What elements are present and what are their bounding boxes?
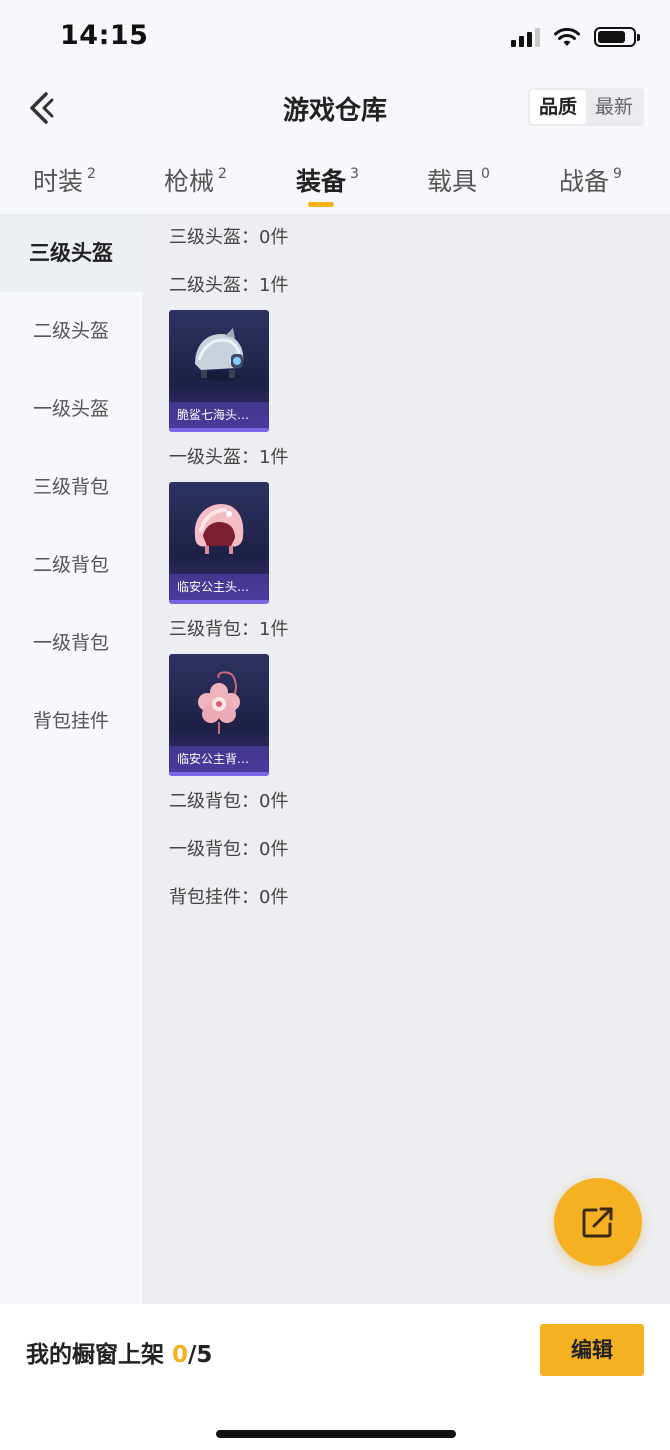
- section-level3-helmet: 三级头盔：0件: [142, 214, 670, 262]
- item-list: 三级头盔：0件 二级头盔：1件 脆鲨七海头… 一级头盔：1件 临安公主头… 三级…: [142, 214, 670, 1304]
- status-time: 14:15: [60, 20, 149, 51]
- sidebar: 三级头盔 二级头盔 一级头盔 三级背包 二级背包 一级背包 背包挂件: [0, 214, 142, 1304]
- sidebar-item-level3-backpack[interactable]: 三级背包: [0, 448, 142, 526]
- tab-count: 2: [87, 166, 96, 182]
- edit-button[interactable]: 编辑: [540, 1324, 644, 1376]
- tab-label: 枪械: [164, 167, 215, 196]
- pink-helmet-icon: [194, 504, 244, 554]
- blossom-backpack-icon: [198, 671, 240, 734]
- tab-label: 时装: [33, 167, 84, 196]
- showcase-count-current: 0: [172, 1342, 189, 1368]
- home-indicator: [216, 1430, 456, 1438]
- tab-fashion[interactable]: 时装 2: [33, 162, 96, 198]
- tab-label: 装备: [296, 167, 347, 196]
- sidebar-item-backpack-charm[interactable]: 背包挂件: [0, 682, 142, 760]
- header: 游戏仓库 品质 最新: [0, 72, 670, 144]
- sidebar-item-level3-helmet[interactable]: 三级头盔: [0, 214, 142, 292]
- cellular-signal-icon: [511, 27, 540, 47]
- sort-option-newest[interactable]: 最新: [586, 90, 642, 124]
- sidebar-item-level1-backpack[interactable]: 一级背包: [0, 604, 142, 682]
- section-level1-helmet: 一级头盔：1件 临安公主头…: [142, 434, 670, 604]
- bottom-bar: 我的橱窗上架 0/5 编辑: [0, 1304, 670, 1450]
- tab-active-indicator: [308, 202, 334, 207]
- sort-toggle: 品质 最新: [527, 88, 644, 126]
- section-label: 二级头盔：1件: [169, 275, 289, 296]
- section-level2-backpack: 二级背包：0件: [142, 778, 670, 826]
- category-tabs: 时装 2 枪械 2 装备 3 载具 0 战备 9: [0, 144, 670, 214]
- section-label: 一级背包：0件: [169, 839, 289, 860]
- tab-count: 0: [481, 166, 490, 182]
- sidebar-item-level2-backpack[interactable]: 二级背包: [0, 526, 142, 604]
- tab-supplies[interactable]: 战备 9: [559, 162, 622, 198]
- share-button[interactable]: [554, 1178, 642, 1266]
- section-label: 三级头盔：0件: [169, 227, 289, 248]
- tab-label: 战备: [559, 167, 610, 196]
- shark-helmet-icon: [195, 328, 244, 381]
- section-level1-backpack: 一级背包：0件: [142, 826, 670, 874]
- showcase-label: 我的橱窗上架: [26, 1342, 164, 1368]
- item-name: 临安公主背…: [169, 746, 269, 772]
- showcase-status: 我的橱窗上架 0/5: [26, 1335, 212, 1369]
- sidebar-item-level2-helmet[interactable]: 二级头盔: [0, 292, 142, 370]
- section-level3-backpack: 三级背包：1件 临安公主背…: [142, 606, 670, 776]
- item-name: 脆鲨七海头…: [169, 402, 269, 428]
- tab-label: 载具: [427, 167, 478, 196]
- item-name: 临安公主头…: [169, 574, 269, 600]
- tab-count: 9: [613, 166, 622, 182]
- battery-icon: [594, 27, 640, 47]
- status-bar: 14:15: [0, 0, 670, 72]
- status-icons: [511, 24, 640, 50]
- item-card[interactable]: 脆鲨七海头…: [169, 310, 269, 432]
- section-label: 二级背包：0件: [169, 791, 289, 812]
- section-backpack-charm: 背包挂件：0件: [142, 874, 670, 922]
- section-label: 背包挂件：0件: [169, 887, 289, 908]
- battery-fill: [598, 31, 626, 43]
- section-level2-helmet: 二级头盔：1件 脆鲨七海头…: [142, 262, 670, 432]
- share-external-icon: [582, 1207, 613, 1238]
- tab-count: 2: [218, 166, 227, 182]
- item-card[interactable]: 临安公主背…: [169, 654, 269, 776]
- tab-count: 3: [350, 166, 359, 182]
- section-label: 三级背包：1件: [169, 619, 289, 640]
- showcase-count-total: /5: [188, 1342, 213, 1368]
- section-label: 一级头盔：1件: [169, 447, 289, 468]
- item-card[interactable]: 临安公主头…: [169, 482, 269, 604]
- tab-vehicles[interactable]: 载具 0: [427, 162, 490, 198]
- tab-firearms[interactable]: 枪械 2: [164, 162, 227, 198]
- wifi-icon: [554, 27, 580, 46]
- sidebar-item-level1-helmet[interactable]: 一级头盔: [0, 370, 142, 448]
- sort-option-quality[interactable]: 品质: [529, 90, 586, 124]
- tab-equipment[interactable]: 装备 3: [296, 162, 359, 207]
